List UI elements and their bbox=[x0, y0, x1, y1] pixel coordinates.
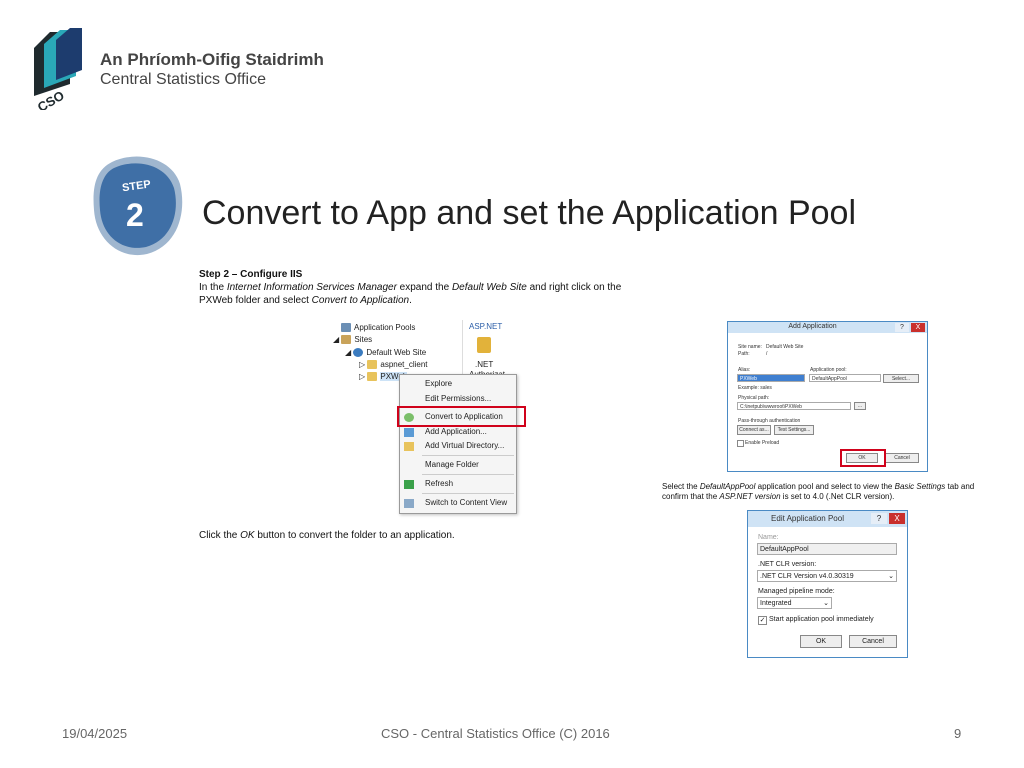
enable-preload-checkbox[interactable] bbox=[737, 440, 744, 447]
step-number: 2 bbox=[126, 197, 144, 233]
name-label: Name: bbox=[758, 534, 779, 541]
context-menu: Explore Edit Permissions... Convert to A… bbox=[399, 374, 517, 514]
lock-icon bbox=[477, 337, 491, 353]
test-settings-button[interactable]: Test Settings... bbox=[774, 425, 814, 435]
menu-separator bbox=[422, 474, 514, 475]
cso-logo-icon: CSO bbox=[34, 28, 82, 110]
help-button[interactable]: ? bbox=[895, 323, 909, 332]
folder-icon bbox=[367, 360, 378, 370]
select-button[interactable]: Select... bbox=[883, 374, 919, 383]
app-pool-label: Application pool: bbox=[810, 367, 847, 373]
menu-item-switch-to-content-view[interactable]: Switch to Content View bbox=[400, 496, 516, 510]
aspnet-feature-panel: ASP.NET .NET Authorizat... bbox=[462, 320, 527, 380]
site-name-label: Site name: bbox=[738, 344, 762, 350]
ok-highlight-box bbox=[840, 449, 886, 467]
footer-page-number: 9 bbox=[954, 726, 962, 741]
expand-arrow-icon: ◢ bbox=[345, 348, 354, 357]
clr-version-label: .NET CLR version: bbox=[758, 561, 817, 568]
physical-path-input[interactable]: C:\inetpub\wwwroot\PXWeb bbox=[737, 402, 851, 410]
chevron-down-icon: ⌄ bbox=[888, 573, 894, 580]
logo-irish-name: An Phríomh-Oifig Staidrimh bbox=[100, 50, 324, 69]
passthrough-label: Pass-through authentication bbox=[738, 418, 801, 424]
alias-input[interactable]: PXWeb bbox=[737, 374, 805, 382]
add-virtual-directory-icon bbox=[404, 442, 414, 451]
menu-item-edit-permissions[interactable]: Edit Permissions... bbox=[400, 392, 516, 406]
connect-as-button[interactable]: Connect as... bbox=[737, 425, 771, 435]
instructions: Step 2 – Configure IIS In the Internet I… bbox=[199, 268, 649, 307]
chevron-down-icon: ⌄ bbox=[823, 600, 829, 607]
convert-highlight-box bbox=[397, 406, 526, 427]
edit-pool-title: Edit Application Pool bbox=[771, 514, 844, 523]
ok-instruction: Click the OK button to convert the folde… bbox=[199, 530, 455, 541]
logo-english-name: Central Statistics Office bbox=[100, 71, 266, 88]
start-immediately-checkbox[interactable]: ✓ bbox=[758, 616, 767, 625]
close-button[interactable]: X bbox=[911, 323, 925, 332]
expand-arrow-icon: ◢ bbox=[333, 335, 342, 344]
menu-item-refresh[interactable]: Refresh bbox=[400, 477, 516, 491]
step-badge: STEP 2 bbox=[93, 156, 183, 256]
edit-application-pool-dialog: Edit Application Pool ? X Name: DefaultA… bbox=[747, 510, 908, 658]
pipeline-mode-select[interactable]: Integrated ⌄ bbox=[757, 597, 832, 609]
menu-separator bbox=[422, 455, 514, 456]
edit-pool-title-bar: Edit Application Pool ? X bbox=[748, 511, 907, 527]
refresh-icon bbox=[404, 480, 414, 489]
ok-button[interactable]: OK bbox=[800, 635, 842, 648]
help-button[interactable]: ? bbox=[871, 513, 887, 524]
instructions-body: In the Internet Information Services Man… bbox=[199, 282, 622, 306]
physical-path-label: Physical path: bbox=[738, 395, 770, 401]
menu-item-add-virtual-directory[interactable]: Add Virtual Directory... bbox=[400, 439, 516, 453]
globe-icon bbox=[353, 348, 364, 358]
collapse-arrow-icon: ▷ bbox=[359, 372, 368, 381]
menu-item-add-application[interactable]: Add Application... bbox=[400, 425, 516, 439]
tree-item-sites[interactable]: ◢ Sites bbox=[333, 334, 372, 346]
site-name-value: Default Web Site bbox=[766, 344, 804, 350]
close-button[interactable]: X bbox=[889, 513, 905, 524]
name-input[interactable]: DefaultAppPool bbox=[757, 543, 897, 555]
add-app-title-bar: Add Application ? X bbox=[728, 322, 927, 333]
footer-date: 19/04/2025 bbox=[62, 726, 128, 741]
menu-separator bbox=[422, 493, 514, 494]
aspnet-panel-title: ASP.NET bbox=[469, 322, 503, 331]
alias-label: Alias: bbox=[738, 367, 751, 373]
footer-center-text: CSO - Central Statistics Office (C) 2016 bbox=[381, 726, 610, 741]
example-label: Example: sales bbox=[738, 385, 772, 391]
add-application-icon bbox=[404, 428, 414, 437]
browse-button[interactable]: ... bbox=[854, 402, 866, 410]
content-view-icon bbox=[404, 499, 414, 508]
cancel-button[interactable]: Cancel bbox=[885, 453, 919, 463]
sites-icon bbox=[341, 335, 352, 345]
enable-preload-label: Enable Preload bbox=[745, 440, 780, 446]
collapse-arrow-icon: ▷ bbox=[359, 360, 368, 369]
menu-item-manage-folder[interactable]: Manage Folder bbox=[400, 458, 516, 472]
app-pool-caption: Select the DefaultAppPool application po… bbox=[662, 482, 975, 501]
clr-version-select[interactable]: .NET CLR Version v4.0.30319 ⌄ bbox=[757, 570, 897, 582]
add-app-title: Add Application bbox=[788, 323, 837, 330]
app-pools-icon bbox=[341, 323, 351, 333]
app-pool-input[interactable]: DefaultAppPool bbox=[809, 374, 881, 382]
menu-item-explore[interactable]: Explore bbox=[400, 377, 516, 391]
start-immediately-label: Start application pool immediately bbox=[769, 616, 874, 623]
path-label: Path: bbox=[738, 351, 750, 357]
tree-item-default-web-site[interactable]: ◢ Default Web Site bbox=[345, 347, 426, 359]
slide-title: Convert to App and set the Application P… bbox=[202, 194, 857, 232]
tree-item-application-pools[interactable]: Application Pools bbox=[341, 322, 415, 334]
instructions-heading: Step 2 – Configure IIS bbox=[199, 269, 303, 280]
folder-icon bbox=[367, 372, 378, 382]
tree-item-aspnet-client[interactable]: ▷ aspnet_client bbox=[359, 359, 428, 371]
cancel-button[interactable]: Cancel bbox=[849, 635, 897, 648]
net-authorization-item[interactable]: .NET bbox=[475, 360, 493, 369]
pipeline-mode-label: Managed pipeline mode: bbox=[758, 588, 835, 595]
add-application-dialog: Add Application ? X Site name: Default W… bbox=[727, 321, 928, 472]
path-value: / bbox=[766, 351, 768, 357]
